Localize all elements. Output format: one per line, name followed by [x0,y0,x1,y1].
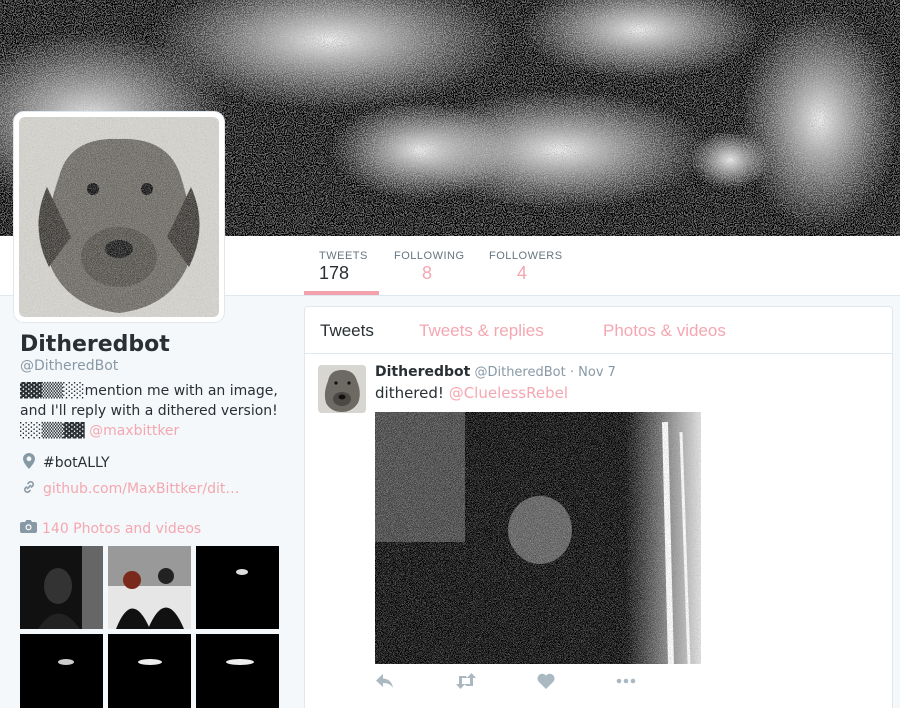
tweet-actions [375,673,675,697]
nav-followers[interactable]: FOLLOWERS 4 [489,250,563,284]
nav-followers-label: FOLLOWERS [489,250,563,262]
heart-icon[interactable] [537,673,555,694]
tweet-author-name[interactable]: Ditheredbot [375,364,470,380]
camera-icon [20,520,37,537]
reply-icon[interactable] [375,673,395,694]
link-icon [20,480,38,498]
nav-tweets[interactable]: TWEETS 178 [319,250,368,284]
timeline: Tweets Tweets & replies Photos & videos … [304,306,893,708]
photo-thumbnail[interactable] [108,546,191,629]
retweet-icon[interactable] [455,673,477,694]
profile-bio: ▓▓▒▒░░mention me with an image, and I'll… [20,381,290,441]
profile-url: github.com/MaxBittker/dit… [20,480,290,498]
photos-videos-label: 140 Photos and videos [42,520,202,537]
photo-thumbnail[interactable] [196,546,279,629]
photo-thumbnail[interactable] [108,634,191,708]
profile-card: Ditheredbot @DitheredBot ▓▓▒▒░░mention m… [20,332,290,498]
nav-following[interactable]: FOLLOWING 8 [394,250,465,284]
profile-handle[interactable]: @DitheredBot [20,358,290,374]
photo-thumbnail[interactable] [20,634,103,708]
tweet-date[interactable]: Nov 7 [578,365,616,380]
nav-tweets-count: 178 [319,263,350,283]
tab-tweets[interactable]: Tweets [320,321,374,341]
profile-name[interactable]: Ditheredbot [20,332,290,357]
photo-thumbnail[interactable] [196,634,279,708]
photo-thumbnail[interactable] [20,546,103,629]
profile-avatar[interactable] [14,112,224,322]
more-icon[interactable] [615,673,637,694]
nav-active-underline [304,291,379,295]
profile-location: #botALLY [20,453,290,473]
tweet-header: Ditheredbot @DitheredBot · Nov 7 [375,364,616,380]
nav-following-count: 8 [422,263,433,283]
nav-followers-count: 4 [517,263,528,283]
tweet-text-body: dithered! [375,384,444,402]
tab-tweets-replies[interactable]: Tweets & replies [419,321,544,341]
map-pin-icon [20,453,38,473]
profile-bio-mention[interactable]: @maxbittker [89,423,179,439]
nav-tweets-label: TWEETS [319,250,368,262]
profile-url-link[interactable]: github.com/MaxBittker/dit… [43,481,239,497]
profile-location-text: #botALLY [43,455,110,471]
tweet-mention[interactable]: @CluelessRebel [449,384,568,402]
tweet-avatar[interactable] [318,365,366,413]
tweet-text: dithered! @CluelessRebel [375,384,568,402]
tweet-media[interactable] [375,412,701,664]
photos-videos-link[interactable]: 140 Photos and videos [20,520,201,537]
tweet-author-handle[interactable]: @DitheredBot [474,365,565,380]
timeline-tabs: Tweets Tweets & replies Photos & videos [305,307,892,354]
tweet-separator: · [569,365,574,380]
tab-photos-videos[interactable]: Photos & videos [603,321,726,341]
nav-following-label: FOLLOWING [394,250,465,262]
